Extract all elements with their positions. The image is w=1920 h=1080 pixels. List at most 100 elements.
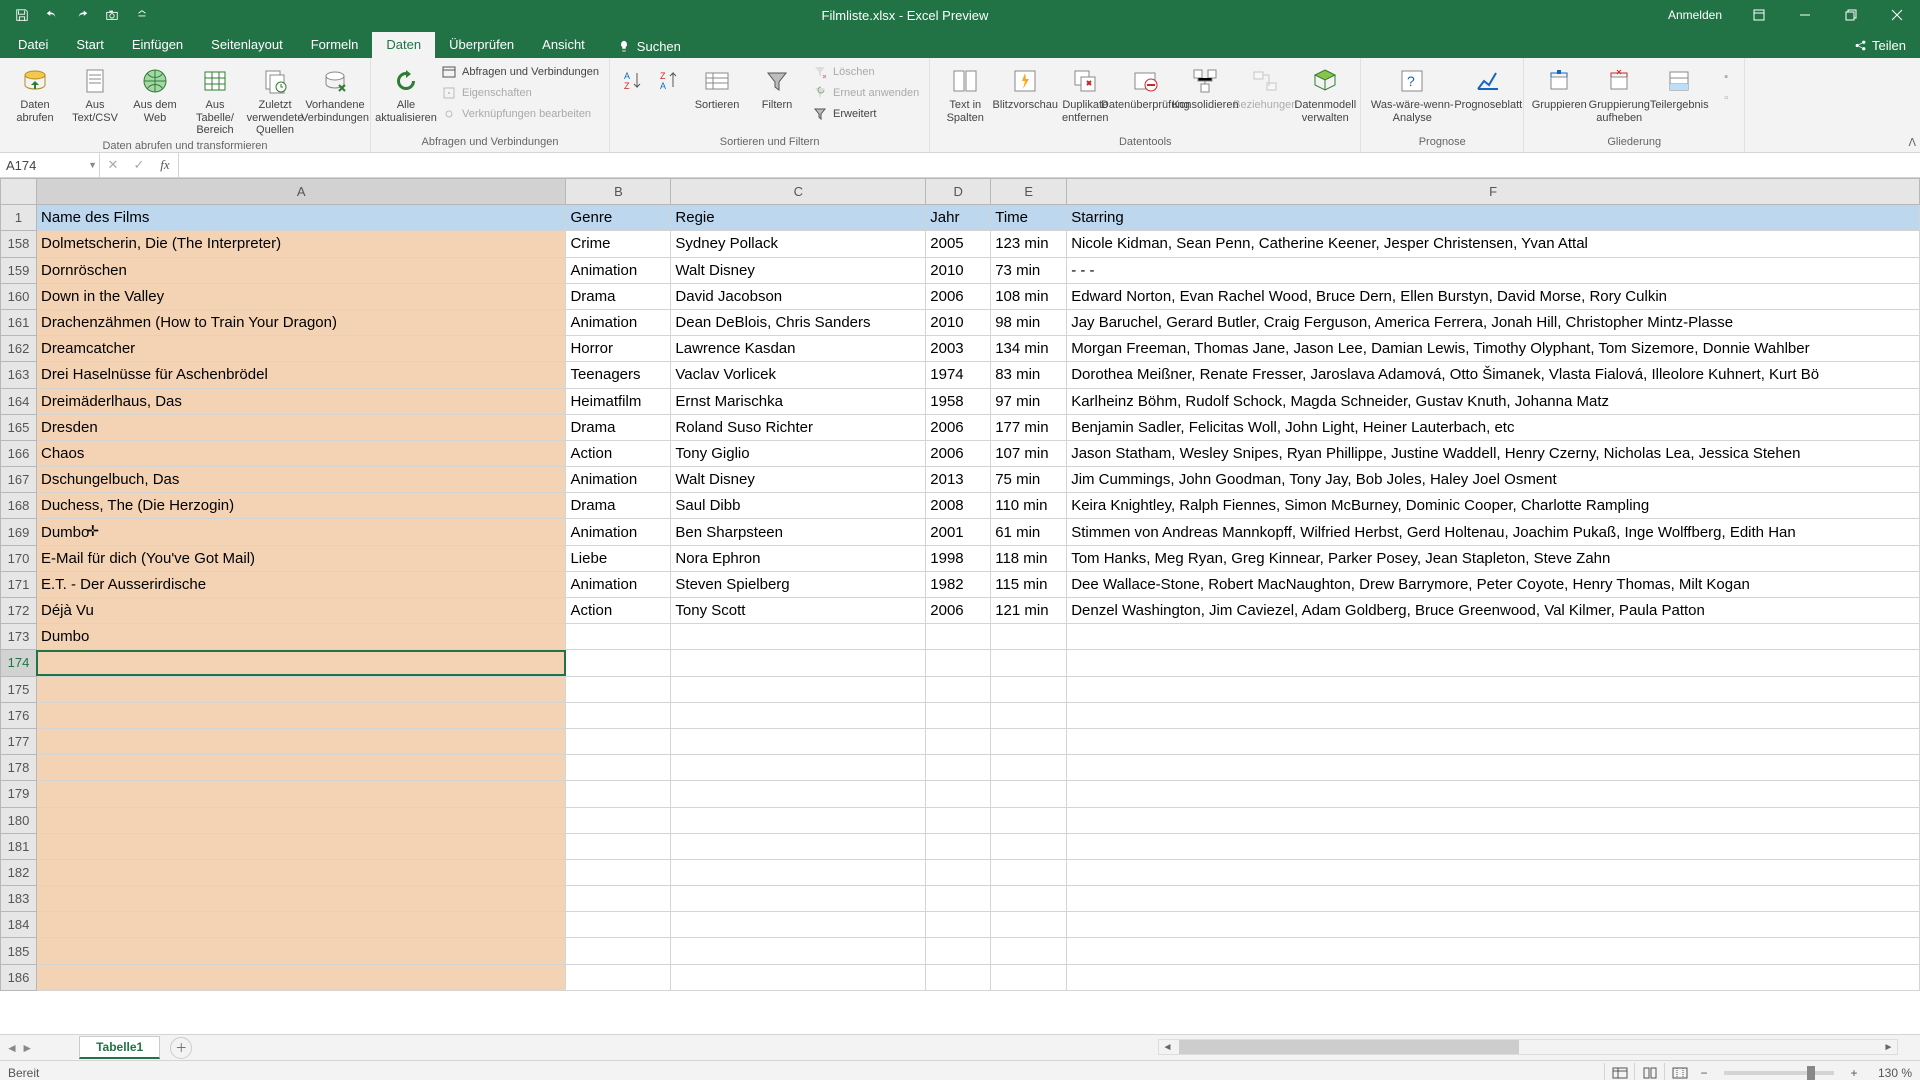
- cell-A162[interactable]: Dreamcatcher: [36, 336, 565, 362]
- cell-E165[interactable]: 177 min: [991, 414, 1067, 440]
- cell-D162[interactable]: 2003: [926, 336, 991, 362]
- cell-C166[interactable]: Tony Giglio: [671, 440, 926, 466]
- cell-A181[interactable]: [36, 833, 565, 859]
- cell-B172[interactable]: Action: [566, 598, 671, 624]
- cell-F160[interactable]: Edward Norton, Evan Rachel Wood, Bruce D…: [1067, 283, 1920, 309]
- cell-A158[interactable]: Dolmetscherin, Die (The Interpreter): [36, 231, 565, 257]
- cell-B179[interactable]: [566, 781, 671, 807]
- cell-D161[interactable]: 2010: [926, 309, 991, 335]
- cell-A184[interactable]: [36, 912, 565, 938]
- column-header-B[interactable]: B: [566, 179, 671, 205]
- cell-E178[interactable]: [991, 755, 1067, 781]
- cell-E161[interactable]: 98 min: [991, 309, 1067, 335]
- refresh-all-button[interactable]: Alle aktualisieren: [377, 62, 435, 127]
- cell-F167[interactable]: Jim Cummings, John Goodman, Tony Jay, Bo…: [1067, 467, 1920, 493]
- properties-button[interactable]: Eigenschaften: [437, 83, 603, 103]
- cell-B168[interactable]: Drama: [566, 493, 671, 519]
- cell-C177[interactable]: [671, 728, 926, 754]
- cell-B185[interactable]: [566, 938, 671, 964]
- tab-formeln[interactable]: Formeln: [297, 32, 373, 58]
- cell-C176[interactable]: [671, 702, 926, 728]
- cell-E167[interactable]: 75 min: [991, 467, 1067, 493]
- what-if-analysis-button[interactable]: ?Was-wäre-wenn-Analyse: [1367, 62, 1457, 127]
- add-sheet-button[interactable]: ＋: [170, 1037, 192, 1059]
- cell-D166[interactable]: 2006: [926, 440, 991, 466]
- cell-B166[interactable]: Action: [566, 440, 671, 466]
- horizontal-scrollbar[interactable]: ◄ ►: [1158, 1039, 1898, 1055]
- remove-duplicates-button[interactable]: Duplikate entfernen: [1056, 62, 1114, 127]
- row-header-178[interactable]: 178: [1, 755, 37, 781]
- scroll-left-button[interactable]: ◄: [1159, 1040, 1176, 1054]
- queries-connections-button[interactable]: Abfragen und Verbindungen: [437, 62, 603, 82]
- row-header-170[interactable]: 170: [1, 545, 37, 571]
- cell-B163[interactable]: Teenagers: [566, 362, 671, 388]
- row-header-161[interactable]: 161: [1, 309, 37, 335]
- cell-C160[interactable]: David Jacobson: [671, 283, 926, 309]
- cell-E1[interactable]: Time: [991, 205, 1067, 231]
- from-web-button[interactable]: Aus dem Web: [126, 62, 184, 127]
- cell-C164[interactable]: Ernst Marischka: [671, 388, 926, 414]
- cell-D160[interactable]: 2006: [926, 283, 991, 309]
- cell-C182[interactable]: [671, 859, 926, 885]
- page-break-view-button[interactable]: [1664, 1063, 1694, 1080]
- cell-A171[interactable]: E.T. - Der Ausserirdische: [36, 571, 565, 597]
- cell-B158[interactable]: Crime: [566, 231, 671, 257]
- cell-E181[interactable]: [991, 833, 1067, 859]
- cell-F174[interactable]: [1067, 650, 1920, 676]
- cell-E174[interactable]: [991, 650, 1067, 676]
- sheet-nav[interactable]: ◄ ►: [0, 1041, 39, 1055]
- forecast-sheet-button[interactable]: Prognoseblatt: [1459, 62, 1517, 115]
- save-button[interactable]: [8, 3, 36, 27]
- row-header-1[interactable]: 1: [1, 205, 37, 231]
- cell-F161[interactable]: Jay Baruchel, Gerard Butler, Craig Fergu…: [1067, 309, 1920, 335]
- cell-C180[interactable]: [671, 807, 926, 833]
- minimize-button[interactable]: [1782, 0, 1828, 30]
- collapse-ribbon-button[interactable]: ᐱ: [1908, 136, 1916, 149]
- row-header-169[interactable]: 169: [1, 519, 37, 545]
- formula-bar[interactable]: [179, 153, 1920, 177]
- share-button[interactable]: Teilen: [1840, 33, 1920, 58]
- cell-A180[interactable]: [36, 807, 565, 833]
- cell-B161[interactable]: Animation: [566, 309, 671, 335]
- cell-D163[interactable]: 1974: [926, 362, 991, 388]
- row-header-185[interactable]: 185: [1, 938, 37, 964]
- cell-D178[interactable]: [926, 755, 991, 781]
- cell-B175[interactable]: [566, 676, 671, 702]
- cell-D165[interactable]: 2006: [926, 414, 991, 440]
- cell-F183[interactable]: [1067, 886, 1920, 912]
- cell-A161[interactable]: Drachenzähmen (How to Train Your Dragon): [36, 309, 565, 335]
- cell-D167[interactable]: 2013: [926, 467, 991, 493]
- cell-F186[interactable]: [1067, 964, 1920, 990]
- advanced-filter-button[interactable]: Erweitert: [808, 104, 923, 124]
- scrollbar-thumb[interactable]: [1179, 1040, 1519, 1054]
- cell-D182[interactable]: [926, 859, 991, 885]
- row-header-174[interactable]: 174: [1, 650, 37, 676]
- name-box[interactable]: A174 ▼: [0, 153, 100, 177]
- cell-A159[interactable]: Dornröschen: [36, 257, 565, 283]
- page-layout-view-button[interactable]: [1634, 1063, 1664, 1080]
- cell-B169[interactable]: Animation: [566, 519, 671, 545]
- row-header-182[interactable]: 182: [1, 859, 37, 885]
- group-button[interactable]: Gruppieren: [1530, 62, 1588, 115]
- cell-D168[interactable]: 2008: [926, 493, 991, 519]
- cell-C162[interactable]: Lawrence Kasdan: [671, 336, 926, 362]
- cell-B171[interactable]: Animation: [566, 571, 671, 597]
- zoom-slider[interactable]: [1724, 1071, 1834, 1075]
- cell-B181[interactable]: [566, 833, 671, 859]
- cell-E173[interactable]: [991, 624, 1067, 650]
- cell-A175[interactable]: [36, 676, 565, 702]
- cell-A164[interactable]: Dreimäderlhaus, Das: [36, 388, 565, 414]
- cell-E184[interactable]: [991, 912, 1067, 938]
- cell-A178[interactable]: [36, 755, 565, 781]
- zoom-value[interactable]: 130 %: [1864, 1066, 1912, 1080]
- enter-formula-button[interactable]: ✓: [126, 157, 152, 173]
- cell-C181[interactable]: [671, 833, 926, 859]
- cell-F180[interactable]: [1067, 807, 1920, 833]
- cell-F158[interactable]: Nicole Kidman, Sean Penn, Catherine Keen…: [1067, 231, 1920, 257]
- cell-F163[interactable]: Dorothea Meißner, Renate Fresser, Jarosl…: [1067, 362, 1920, 388]
- cell-D172[interactable]: 2006: [926, 598, 991, 624]
- cancel-formula-button[interactable]: ✕: [100, 157, 126, 173]
- cell-A177[interactable]: [36, 728, 565, 754]
- cell-B180[interactable]: [566, 807, 671, 833]
- cell-D181[interactable]: [926, 833, 991, 859]
